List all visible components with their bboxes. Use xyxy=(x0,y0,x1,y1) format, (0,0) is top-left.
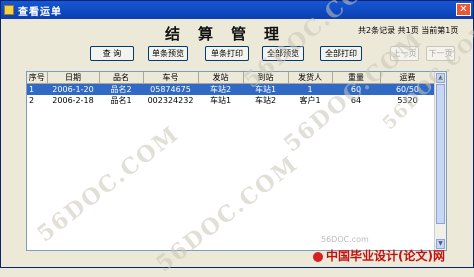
table-cell: 5320 xyxy=(397,96,418,105)
column-header[interactable]: 日期 xyxy=(47,72,100,84)
table-header-row: 序号 日期 品名 车号 发站 到站 发货人 重量 运费 xyxy=(27,72,436,84)
table-cell: 60 xyxy=(332,83,380,95)
page-title: 结算管理 xyxy=(165,25,298,43)
column-header[interactable]: 运费 xyxy=(380,72,436,84)
vertical-scrollbar[interactable]: ▲ ▼ xyxy=(434,72,446,250)
table-cell: 2 xyxy=(29,96,35,105)
footer-site-text: 中国毕业设计(论文)网 xyxy=(326,249,445,263)
table-cell: 64 xyxy=(350,96,362,105)
waybill-table: 序号 日期 品名 车号 发站 到站 发货人 重量 运费 1 2006-1-20 … xyxy=(27,72,436,106)
table-cell: 车站1 xyxy=(209,96,232,105)
table-cell: 品名2 xyxy=(99,83,143,95)
scrollbar-thumb[interactable] xyxy=(436,84,445,224)
query-button[interactable]: 查 询 xyxy=(90,46,134,61)
table-cell: 2006-1-20 xyxy=(47,83,99,95)
column-header[interactable]: 品名 xyxy=(99,72,144,84)
app-icon xyxy=(4,5,14,15)
table-row[interactable]: 1 2006-1-20 品名2 05874675 车站2 车站1 1 60 60… xyxy=(27,83,435,95)
scroll-up-icon[interactable]: ▲ xyxy=(436,73,445,83)
table-cell: 车站2 xyxy=(254,96,277,105)
column-header[interactable]: 重量 xyxy=(332,72,381,84)
table-cell: 2006-2-18 xyxy=(52,96,94,105)
table-cell: 车站2 xyxy=(198,83,243,95)
header: 结算管理 共2条记录 共1页 当前第1页 xyxy=(1,19,473,69)
record-info: 共2条记录 共1页 当前第1页 xyxy=(358,26,459,35)
footer-brand: 56DOC.com xyxy=(321,235,369,244)
title-bar[interactable]: 查看运单 ✕ xyxy=(1,1,473,19)
window-title: 查看运单 xyxy=(18,6,62,18)
column-header[interactable]: 发站 xyxy=(198,72,244,84)
all-preview-button[interactable]: 全部预览 xyxy=(262,46,304,61)
column-header[interactable]: 到站 xyxy=(243,72,289,84)
waybill-grid[interactable]: 序号 日期 品名 车号 发站 到站 发货人 重量 运费 1 2006-1-20 … xyxy=(26,71,447,251)
footer-site: 中国毕业设计(论文)网 xyxy=(313,247,445,264)
table-cell: 05874675 xyxy=(143,83,198,95)
query-waybill-window: 查看运单 ✕ 结算管理 共2条记录 共1页 当前第1页 查 询 单条预览 单条打… xyxy=(0,0,474,277)
table-cell: 品名1 xyxy=(110,96,132,105)
column-header[interactable]: 车号 xyxy=(143,72,199,84)
column-header[interactable]: 序号 xyxy=(27,72,48,84)
table-cell: 002324232 xyxy=(147,96,194,105)
table-cell: 客户1 xyxy=(299,96,321,105)
close-button[interactable]: ✕ xyxy=(456,3,471,16)
table-cell: 车站1 xyxy=(243,83,288,95)
column-header[interactable]: 发货人 xyxy=(288,72,333,84)
single-preview-button[interactable]: 单条预览 xyxy=(148,46,188,61)
single-print-button[interactable]: 单条打印 xyxy=(205,46,249,61)
table-cell: 1 xyxy=(288,83,332,95)
site-logo-icon xyxy=(313,251,323,262)
next-page-button[interactable]: 下一页 xyxy=(426,46,455,61)
prev-page-button[interactable]: 上一页 xyxy=(390,46,419,61)
all-print-button[interactable]: 全部打印 xyxy=(320,46,362,61)
table-cell: 1 xyxy=(27,83,47,95)
table-cell: 60/50 xyxy=(380,83,435,95)
table-row[interactable]: 2 2006-2-18 品名1 002324232 车站1 车站2 客户1 64… xyxy=(27,95,435,106)
